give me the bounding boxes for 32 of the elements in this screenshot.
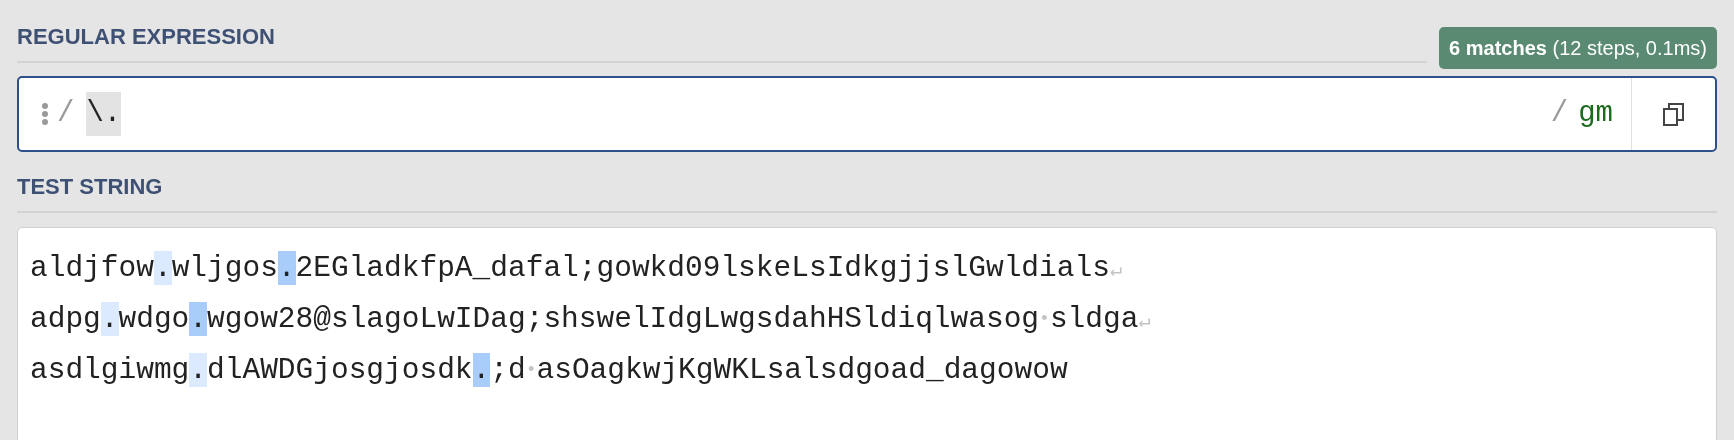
drag-handle-icon[interactable] [41,102,49,126]
match-highlight: . [472,353,491,387]
open-delimiter: / [57,96,75,133]
match-highlight: . [277,251,296,285]
pattern-text: \. [86,92,122,136]
match-highlight: . [153,251,172,285]
line-break-marker: ↵ [1138,310,1151,333]
whitespace-marker: • [525,360,537,381]
test-text: asdlgiwmg [30,353,190,387]
match-highlight: . [189,353,208,387]
test-text: 2EGladkfpA_dafal;gowkd09lskeLsIdkgjjslGwldials [295,251,1110,285]
test-text: aldjfow [30,251,154,285]
test-text: sldga [1049,302,1139,336]
match-highlight: . [100,302,119,336]
test-text: wgow28@slagoLwIDag;shswelIdgLwgsdahHSldiqlwasog [207,302,1040,336]
test-text: wljgos [171,251,278,285]
match-count-badge: 6 matches (12 steps, 0.1ms) [1439,27,1717,69]
section-heading: TEST STRING [17,174,163,199]
test-text: dlAWDGjosgjosdk [207,353,473,387]
flags-text: gm [1578,96,1613,133]
line-break-marker: ↵ [1109,259,1122,282]
close-delimiter: / [1550,96,1569,133]
match-highlight: . [189,302,208,336]
copy-icon [1661,101,1686,127]
section-heading: REGULAR EXPRESSION [17,24,275,49]
test-text: asOagkwjKgWKLsalsdgoad_dagowow [536,353,1068,387]
whitespace-marker: • [1039,309,1050,330]
test-text: ;d [490,353,526,387]
test-string-field[interactable]: aldjfow.wljgos.2EGladkfpA_dafal;gowkd09lskeLsIdkgjjslGwldials↵ adpg.wdgo.wgow28@slagoLwIDag;shswelIdgLwgsdahHSldiqlwasog•sldga↵ asdlgiwmg.dlAWDGjosgjosdk.;d•asOagkwjKgWKLsalsdgoad_dagowow [17,227,1717,440]
regex-input-field[interactable]: / \. / gm [17,76,1717,152]
test-text: adpg [30,302,101,336]
test-text: wdgo [118,302,190,336]
